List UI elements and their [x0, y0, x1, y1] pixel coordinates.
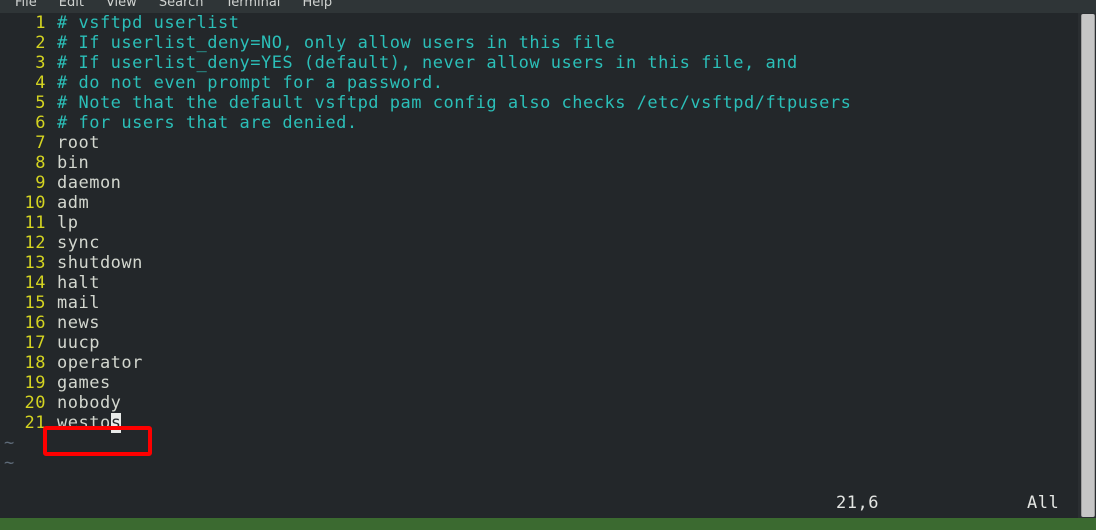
- line-text: operator: [57, 353, 143, 373]
- line-number: 8: [35, 153, 46, 173]
- editor-line[interactable]: 10 adm: [0, 193, 1078, 213]
- empty-line-marker: ~: [4, 453, 15, 473]
- block-cursor: s: [110, 413, 122, 433]
- line-text: mail: [57, 293, 100, 313]
- editor-cursor-line[interactable]: 21 westos: [0, 413, 1078, 433]
- line-text: # If userlist_deny=NO, only allow users …: [57, 33, 616, 53]
- editor-line-container: 1 # vsftpd userlist 2 # If userlist_deny=NO…: [0, 13, 1078, 413]
- editor-line[interactable]: 1 # vsftpd userlist: [0, 13, 1078, 33]
- status-line: 21,6 All: [0, 490, 1078, 518]
- line-text: sync: [57, 233, 100, 253]
- scrollbar-thumb[interactable]: [1081, 14, 1095, 517]
- line-text: # do not even prompt for a password.: [57, 73, 444, 93]
- line-number: 14: [24, 273, 46, 293]
- cursor-position-indicator: 21,6: [836, 493, 879, 513]
- editor-line[interactable]: 6 # for users that are denied.: [0, 113, 1078, 133]
- menu-bar: File Edit View Search Terminal Help: [0, 0, 1096, 13]
- editor-line[interactable]: 14 halt: [0, 273, 1078, 293]
- line-text: lp: [57, 213, 79, 233]
- empty-line-markers: ~ ~: [0, 433, 1078, 473]
- line-number: 16: [24, 313, 46, 333]
- line-number: 10: [24, 193, 46, 213]
- line-number: 17: [24, 333, 46, 353]
- scroll-percent-indicator: All: [1027, 493, 1060, 513]
- line-number: 19: [24, 373, 46, 393]
- line-number: 6: [35, 113, 46, 133]
- editor-line[interactable]: 16 news: [0, 313, 1078, 333]
- menu-item-view[interactable]: View: [95, 0, 148, 13]
- editor-line[interactable]: 2 # If userlist_deny=NO, only allow users…: [0, 33, 1078, 53]
- line-text: games: [57, 373, 111, 393]
- editor-line[interactable]: 18 operator: [0, 353, 1078, 373]
- editor-line[interactable]: 12 sync: [0, 233, 1078, 253]
- line-text: shutdown: [57, 253, 143, 273]
- editor-line[interactable]: 15 mail: [0, 293, 1078, 313]
- terminal-window: File Edit View Search Terminal Help 1 # v…: [0, 0, 1096, 530]
- editor-line[interactable]: 9 daemon: [0, 173, 1078, 193]
- line-number: 5: [35, 93, 46, 113]
- desktop-background-strip: [0, 518, 1096, 530]
- editor-line[interactable]: 5 # Note that the default vsftpd pam conf…: [0, 93, 1078, 113]
- editor-line[interactable]: 19 games: [0, 373, 1078, 393]
- line-text: root: [57, 133, 100, 153]
- menu-bar-items: File Edit View Search Terminal Help: [0, 0, 343, 13]
- menu-item-terminal[interactable]: Terminal: [214, 0, 291, 13]
- vertical-scrollbar[interactable]: [1078, 13, 1096, 518]
- line-text: uucp: [57, 333, 100, 353]
- editor-line[interactable]: 11 lp: [0, 213, 1078, 233]
- editor-line[interactable]: 7 root: [0, 133, 1078, 153]
- editor-line[interactable]: 4 # do not even prompt for a password.: [0, 73, 1078, 93]
- line-number: 2: [35, 33, 46, 53]
- editor-line[interactable]: 13 shutdown: [0, 253, 1078, 273]
- line-number: 9: [35, 173, 46, 193]
- editor-line[interactable]: 20 nobody: [0, 393, 1078, 413]
- menu-item-edit[interactable]: Edit: [48, 0, 95, 13]
- editor-line[interactable]: 17 uucp: [0, 333, 1078, 353]
- line-text: daemon: [57, 173, 122, 193]
- line-text: adm: [57, 193, 90, 213]
- line-text: bin: [57, 153, 90, 173]
- editor-line[interactable]: 3 # If userlist_deny=YES (default), never…: [0, 53, 1078, 73]
- line-number: 7: [35, 133, 46, 153]
- menu-item-file[interactable]: File: [4, 0, 48, 13]
- line-text: # vsftpd userlist: [57, 13, 240, 33]
- editor-line[interactable]: 8 bin: [0, 153, 1078, 173]
- line-text: # for users that are denied.: [57, 113, 358, 133]
- line-number: 13: [24, 253, 46, 273]
- line-text: westos: [57, 413, 122, 433]
- line-text-before-cursor: westo: [57, 413, 111, 433]
- line-text: nobody: [57, 393, 122, 413]
- line-number: 3: [35, 53, 46, 73]
- line-number: 12: [24, 233, 46, 253]
- editor-text-area[interactable]: 1 # vsftpd userlist 2 # If userlist_deny=NO…: [0, 13, 1078, 490]
- line-number: 20: [24, 393, 46, 413]
- empty-line-marker: ~: [4, 433, 15, 453]
- line-text: # Note that the default vsftpd pam confi…: [57, 93, 852, 113]
- line-number: 21: [24, 413, 46, 433]
- line-number: 1: [35, 13, 46, 33]
- line-number: 11: [24, 213, 46, 233]
- menu-item-search[interactable]: Search: [148, 0, 215, 13]
- line-number: 4: [35, 73, 46, 93]
- line-text: # If userlist_deny=YES (default), never …: [57, 53, 798, 73]
- line-number: 18: [24, 353, 46, 373]
- line-text: news: [57, 313, 100, 333]
- line-text: halt: [57, 273, 100, 293]
- line-number: 15: [24, 293, 46, 313]
- menu-item-help[interactable]: Help: [291, 0, 343, 13]
